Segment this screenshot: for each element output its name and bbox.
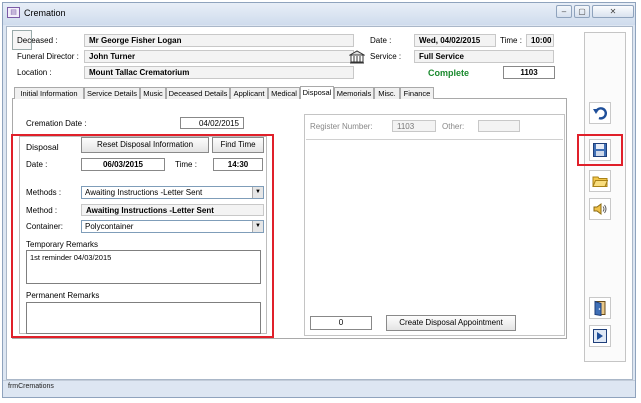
deceased-label: Deceased :: [17, 36, 58, 45]
tab-memorials[interactable]: Memorials: [334, 87, 374, 99]
tab-applicant[interactable]: Applicant: [230, 87, 268, 99]
next-arrow-icon[interactable]: [589, 325, 611, 347]
time-field: 10:00: [526, 34, 554, 47]
tab-deceased-details[interactable]: Deceased Details: [166, 87, 230, 99]
date-field: Wed, 04/02/2015: [414, 34, 496, 47]
container-dropdown-value: Polycontainer: [85, 222, 134, 231]
disposal-section-label: Disposal: [26, 142, 59, 152]
temporary-remarks-textarea[interactable]: 1st reminder 04/03/2015: [26, 250, 261, 284]
find-time-button[interactable]: Find Time: [212, 137, 264, 153]
other-field: [478, 120, 520, 132]
open-folder-icon[interactable]: [589, 170, 611, 192]
status-bar-text: frmCremations: [8, 383, 54, 390]
window-title: Cremation: [24, 8, 66, 18]
exit-door-icon[interactable]: [589, 297, 611, 319]
tab-misc[interactable]: Misc.: [374, 87, 400, 99]
create-disposal-appointment-button[interactable]: Create Disposal Appointment: [386, 315, 516, 331]
location-field: Mount Tallac Crematorium: [84, 66, 354, 79]
chevron-down-icon[interactable]: ▼: [252, 187, 263, 198]
method-label: Method :: [26, 206, 58, 215]
funeral-director-field: John Turner: [84, 50, 354, 63]
register-divider: [306, 139, 563, 140]
methods-dropdown[interactable]: Awaiting Instructions -Letter Sent ▼: [81, 186, 264, 199]
tab-service-details[interactable]: Service Details: [84, 87, 140, 99]
disposal-time-field[interactable]: 14:30: [213, 158, 263, 171]
other-label: Other:: [442, 122, 465, 131]
app-icon: ▤: [7, 7, 20, 18]
permanent-remarks-textarea[interactable]: [26, 302, 261, 334]
undo-icon[interactable]: [589, 102, 611, 124]
register-area: [304, 114, 565, 336]
method-field: Awaiting Instructions -Letter Sent: [81, 204, 264, 216]
building-icon[interactable]: [348, 50, 366, 64]
tab-medical[interactable]: Medical: [268, 87, 300, 99]
save-icon[interactable]: [589, 139, 611, 161]
sound-icon[interactable]: [589, 198, 611, 220]
temporary-remarks-label: Temporary Remarks: [26, 240, 99, 249]
service-label: Service :: [370, 52, 402, 61]
location-label: Location :: [17, 68, 52, 77]
time-label: Time :: [500, 36, 522, 45]
record-number: 1103: [503, 66, 555, 79]
maximize-icon[interactable]: ▢: [574, 5, 590, 18]
service-field: Full Service: [414, 50, 554, 63]
cremation-date-label: Cremation Date :: [26, 119, 87, 128]
container-dropdown[interactable]: Polycontainer ▼: [81, 220, 264, 233]
disposal-time-label: Time :: [175, 160, 197, 169]
title-bar[interactable]: [3, 3, 635, 25]
reset-disposal-button[interactable]: Reset Disposal Information: [81, 137, 209, 153]
register-number-field: 1103: [392, 120, 436, 132]
register-number-label: Register Number:: [310, 122, 373, 131]
tab-initial-information[interactable]: Initial Information: [14, 87, 84, 99]
date-label: Date :: [370, 36, 392, 45]
appointment-count-field: 0: [310, 316, 372, 330]
tab-music[interactable]: Music: [140, 87, 166, 99]
container-label: Container:: [26, 222, 63, 231]
disposal-date-field[interactable]: 06/03/2015: [81, 158, 165, 171]
methods-label: Methods :: [26, 188, 62, 197]
tab-disposal[interactable]: Disposal: [300, 86, 334, 99]
status-complete: Complete: [428, 68, 470, 78]
status-divider: [3, 380, 635, 381]
disposal-date-label: Date :: [26, 160, 48, 169]
deceased-field: Mr George Fisher Logan: [84, 34, 354, 47]
cremation-date-field[interactable]: 04/02/2015: [180, 117, 244, 129]
tab-finance[interactable]: Finance: [400, 87, 434, 99]
minimize-icon[interactable]: –: [556, 5, 572, 18]
chevron-down-icon[interactable]: ▼: [252, 221, 263, 232]
close-icon[interactable]: ✕: [592, 5, 634, 18]
funeral-director-label: Funeral Director :: [17, 52, 79, 61]
methods-dropdown-value: Awaiting Instructions -Letter Sent: [85, 188, 203, 197]
permanent-remarks-label: Permanent Remarks: [26, 291, 100, 300]
